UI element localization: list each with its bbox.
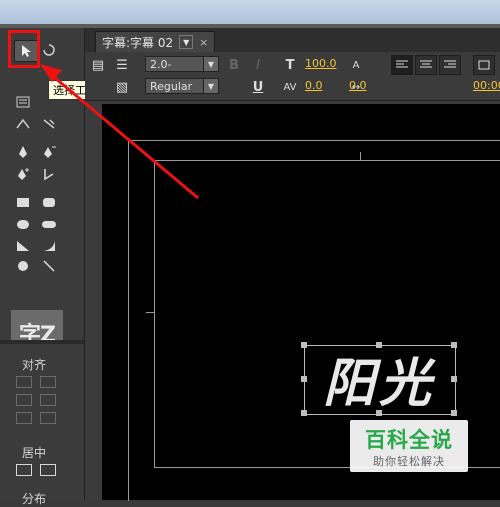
delete-anchor-tool-icon[interactable] xyxy=(38,142,60,162)
watermark-subtitle: 助你轻松解决 xyxy=(373,455,445,468)
line-tool-icon[interactable] xyxy=(38,256,60,276)
align-center-icon[interactable] xyxy=(40,376,56,388)
italic-button[interactable]: I xyxy=(249,56,267,74)
ellipse-tool-icon[interactable] xyxy=(12,256,34,276)
align-left-icon[interactable] xyxy=(16,376,32,388)
watermark-title: 百科全说 xyxy=(365,428,453,452)
center-vertical-icon[interactable] xyxy=(40,464,56,476)
add-anchor-tool-icon[interactable] xyxy=(12,164,34,184)
rotation-tool-icon[interactable] xyxy=(38,40,60,60)
vertical-path-type-tool-icon[interactable] xyxy=(38,114,60,134)
show-video-button[interactable] xyxy=(473,55,495,75)
bold-button[interactable]: B xyxy=(225,56,243,74)
wedge-tool-icon[interactable] xyxy=(12,236,34,256)
title-toolbar: ▤ ☰ ▧ 2.0- ▼ Regular ▼ B I U T 100.0 AV … xyxy=(85,52,500,101)
rounded-rectangle-tool-icon[interactable] xyxy=(12,214,34,234)
title-tab-row: 字幕:字幕 02 ▼ × xyxy=(85,28,500,53)
align-bottom-icon[interactable] xyxy=(40,412,56,424)
align-right-icon[interactable] xyxy=(16,412,32,424)
pen-tool-icon[interactable] xyxy=(12,142,34,162)
rectangle-tool-icon[interactable] xyxy=(12,192,34,212)
tracking-value[interactable]: 0.0 xyxy=(349,79,367,92)
font-style-value: Regular xyxy=(150,79,193,93)
resize-handle-br[interactable] xyxy=(451,410,457,416)
align-center-text-button[interactable] xyxy=(415,55,437,75)
tab-title-02[interactable]: 字幕:字幕 02 ▼ × xyxy=(95,31,216,53)
font-size-icon: T xyxy=(285,57,295,73)
kerning-icon: AV xyxy=(283,81,297,93)
font-size-value[interactable]: 100.0 xyxy=(305,57,337,70)
pill-tool-icon[interactable] xyxy=(38,214,60,234)
arc-tool-icon[interactable] xyxy=(38,236,60,256)
area-type-tool-icon[interactable] xyxy=(12,92,34,112)
selection-tool-highlight xyxy=(8,30,40,68)
watermark-logo: 百科全说 助你轻松解决 xyxy=(350,420,468,472)
font-style-select[interactable]: Regular ▼ xyxy=(145,78,219,94)
timecode-value[interactable]: 00:00 xyxy=(473,79,500,92)
align-heading: 对齐 xyxy=(22,358,47,372)
tab-label: 字幕:字幕 02 xyxy=(102,35,174,50)
center-tick-left xyxy=(146,312,154,313)
tab-close-icon[interactable]: × xyxy=(199,36,208,49)
clipped-rectangle-tool-icon[interactable] xyxy=(38,192,60,212)
templates-icon[interactable]: ▧ xyxy=(113,78,131,96)
center-tick-top xyxy=(360,152,361,160)
path-type-tool-icon[interactable] xyxy=(12,114,34,134)
new-title-icon[interactable]: ▤ xyxy=(89,56,107,74)
distribute-heading: 分布 xyxy=(22,492,47,506)
align-panel: 对齐 居中 分布 xyxy=(0,344,84,506)
font-family-value: 2.0- xyxy=(150,57,172,71)
font-family-select[interactable]: 2.0- ▼ xyxy=(145,56,219,72)
tab-dropdown-icon[interactable]: ▼ xyxy=(179,35,194,49)
center-heading: 居中 xyxy=(22,446,47,460)
roll-crawl-options-icon[interactable]: ☰ xyxy=(113,56,131,74)
kerning-value[interactable]: 0.0 xyxy=(305,79,323,92)
resize-handle-bl[interactable] xyxy=(301,410,307,416)
underline-button[interactable]: U xyxy=(249,78,267,96)
align-right-text-button[interactable] xyxy=(439,55,461,75)
align-middle-icon[interactable] xyxy=(40,394,56,406)
aspect-icon: A xyxy=(352,59,360,71)
window-chrome xyxy=(0,0,500,28)
chevron-down-icon: ▼ xyxy=(203,79,218,93)
center-horizontal-icon[interactable] xyxy=(16,464,32,476)
convert-anchor-tool-icon[interactable] xyxy=(38,164,60,184)
align-top-icon[interactable] xyxy=(16,394,32,406)
align-left-text-button[interactable] xyxy=(391,55,413,75)
title-text[interactable]: 阳光 xyxy=(306,346,452,414)
chevron-down-icon: ▼ xyxy=(203,57,218,71)
